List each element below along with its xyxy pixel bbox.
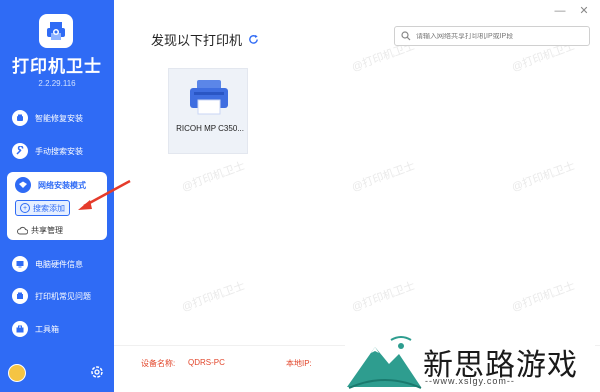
page-title: 发现以下打印机 [151, 30, 259, 49]
app-logo [39, 14, 73, 48]
minimize-icon[interactable]: — [552, 4, 568, 18]
search-icon [401, 31, 411, 41]
search-add-icon: + [20, 203, 30, 213]
printer-card[interactable]: RICOH MP C350... [168, 68, 248, 154]
ip-search-box[interactable] [394, 26, 590, 46]
close-icon[interactable]: ✕ [576, 4, 592, 18]
mountain-logo-icon [347, 336, 422, 389]
printer-name: RICOH MP C350... [176, 124, 244, 133]
page-title-text: 发现以下打印机 [151, 33, 243, 48]
watermark: @打印机卫士 [180, 159, 247, 194]
watermark: @打印机卫士 [180, 279, 247, 314]
sidebar-item-toolbox[interactable]: 工具箱 [8, 317, 108, 341]
toolbox-icon [12, 321, 28, 337]
avatar[interactable] [8, 364, 26, 382]
sidebar-item-hardware-info[interactable]: 电脑硬件信息 [8, 252, 108, 276]
sidebar-item-label: 电脑硬件信息 [35, 259, 83, 269]
printer-icon [190, 80, 228, 115]
watermark: @打印机卫士 [510, 159, 577, 194]
sidebar-item-smart-repair[interactable]: 智能修复安装 [8, 106, 108, 130]
device-name-label: 设备名称: [141, 359, 176, 368]
sidebar-item-label: 工具箱 [35, 324, 59, 334]
settings-icon[interactable] [89, 364, 105, 380]
hardware-icon [12, 256, 28, 272]
network-icon [15, 177, 31, 193]
sidebar-item-label: 智能修复安装 [35, 113, 83, 123]
site-logo: 新思路游戏 --www.xslgy.com-- [345, 332, 595, 392]
refresh-icon[interactable] [248, 34, 259, 45]
site-logo-url: --www.xslgy.com-- [425, 376, 515, 386]
annotation-arrow [78, 179, 131, 210]
question-icon [12, 288, 28, 304]
printer-logo-icon [47, 22, 65, 40]
local-ip-label: 本地IP: [286, 359, 312, 368]
subnav-share-manage[interactable]: 共享管理 [17, 222, 63, 238]
wrench-icon [12, 143, 28, 159]
subnav-search-add[interactable]: + 搜索添加 [15, 200, 70, 216]
sidebar-item-label: 手动搜索安装 [35, 146, 83, 156]
ip-search-input[interactable] [416, 32, 586, 40]
subnav-label: 共享管理 [31, 225, 63, 235]
watermark: @打印机卫士 [510, 279, 577, 314]
subnav-label: 搜索添加 [33, 203, 65, 213]
app-version: 2.2.29.116 [38, 79, 76, 88]
device-name-value: QDRS-PC [188, 358, 225, 367]
repair-icon [12, 110, 28, 126]
sidebar-item-manual-search[interactable]: 手动搜索安装 [8, 139, 108, 163]
sidebar-item-label: 打印机常见问题 [35, 291, 91, 301]
app-name: 打印机卫士 [12, 57, 102, 76]
watermark: @打印机卫士 [350, 279, 417, 314]
watermark: @打印机卫士 [350, 159, 417, 194]
cloud-icon [17, 226, 28, 235]
sidebar-item-faq[interactable]: 打印机常见问题 [8, 284, 108, 308]
